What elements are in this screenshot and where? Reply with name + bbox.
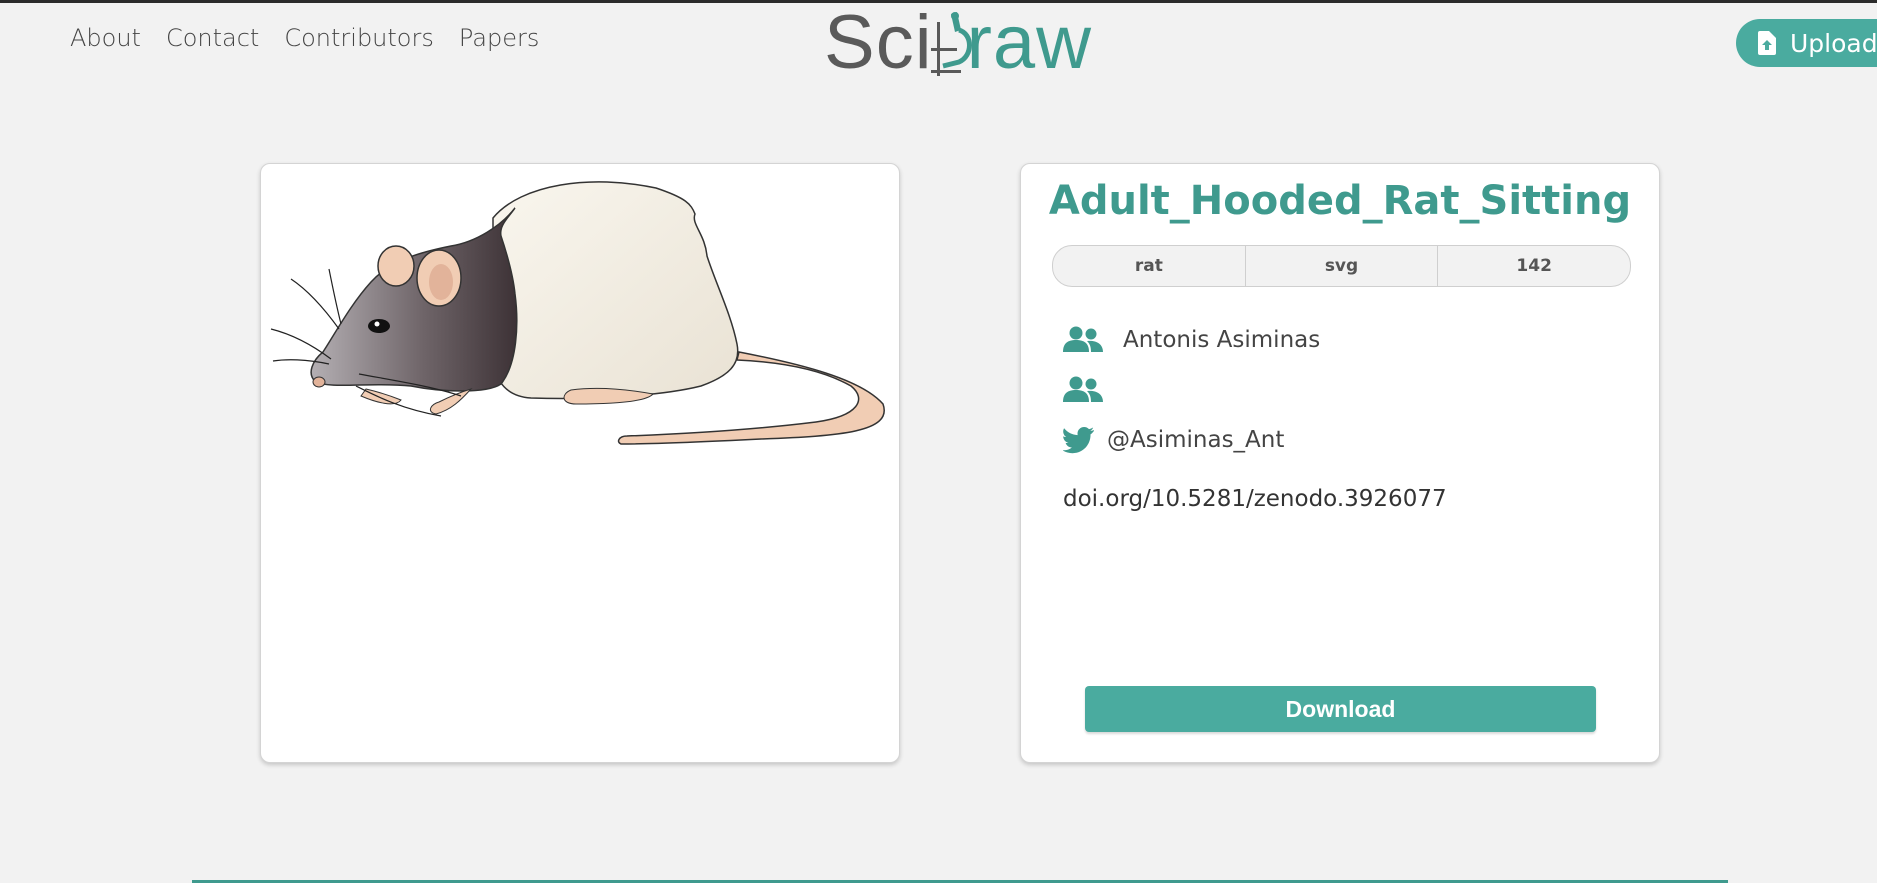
file-upload-icon: [1758, 31, 1776, 55]
tag-format[interactable]: svg: [1244, 246, 1438, 286]
logo-draw-text: raw: [966, 0, 1093, 85]
nav-about[interactable]: About: [70, 24, 141, 52]
tag-bar: rat svg 142: [1052, 245, 1631, 287]
upload-button[interactable]: Upload: [1736, 19, 1877, 67]
logo-sci-text: Sci: [824, 0, 933, 85]
drawing-title: Adult_Hooded_Rat_Sitting: [1048, 178, 1632, 224]
nav-papers[interactable]: Papers: [459, 24, 539, 52]
nav-contributors[interactable]: Contributors: [284, 24, 434, 52]
author-name: Antonis Asiminas: [1123, 327, 1321, 353]
twitter-icon: [1063, 427, 1094, 454]
download-button[interactable]: Download: [1085, 686, 1596, 732]
users-icon: [1063, 376, 1103, 402]
twitter-handle[interactable]: @Asiminas_Ant: [1107, 427, 1284, 453]
users-icon: [1063, 326, 1103, 352]
top-border: [0, 0, 1877, 3]
drawing-preview-card: [260, 163, 900, 763]
scidraw-logo[interactable]: Sci raw: [824, 0, 1093, 85]
upload-label: Upload: [1790, 28, 1877, 58]
doi-link[interactable]: doi.org/10.5281/zenodo.3926077: [1063, 486, 1447, 512]
author-row: Antonis Asiminas: [1063, 326, 1320, 354]
tag-count[interactable]: 142: [1437, 246, 1630, 286]
main-nav: About Contact Contributors Papers: [70, 24, 539, 52]
tag-species[interactable]: rat: [1053, 246, 1245, 286]
rat-drawing-image[interactable]: [261, 164, 900, 763]
nav-contact[interactable]: Contact: [166, 24, 259, 52]
drawing-info-card: Adult_Hooded_Rat_Sitting rat svg 142 Ant…: [1020, 163, 1660, 763]
twitter-row: @Asiminas_Ant: [1063, 426, 1284, 454]
coauthors-row: [1063, 376, 1103, 404]
